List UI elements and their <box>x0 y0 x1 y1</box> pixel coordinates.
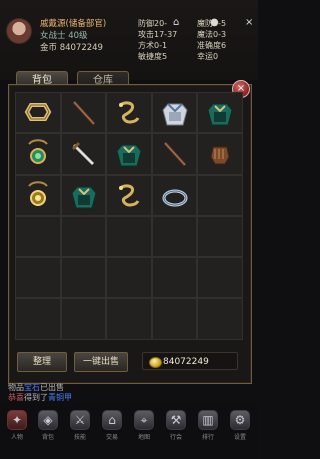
stat-luck: 幸运0 <box>197 52 219 61</box>
hero-icon: ✦ <box>11 413 23 427</box>
nav-guild-label: 行会 <box>169 434 182 441</box>
inventory-slot[interactable] <box>197 257 243 299</box>
nav-hero[interactable]: ✦ <box>7 410 27 430</box>
nav-trade-label: 交易 <box>105 434 118 441</box>
inventory-slot[interactable] <box>106 174 152 216</box>
inventory-slot[interactable] <box>15 133 61 175</box>
inventory-slot[interactable] <box>60 133 107 175</box>
inventory-slot[interactable] <box>197 92 243 134</box>
gold-value: 84072249 <box>163 357 209 367</box>
stat-attack: 攻击17-37 <box>138 30 178 39</box>
player-title: (储备部官) <box>65 19 107 29</box>
inventory-slot[interactable] <box>106 92 152 134</box>
settings-icon: ⚙ <box>234 413 246 427</box>
stat-agility: 敏捷度5 <box>138 52 168 61</box>
nav-hero-label: 人物 <box>10 434 23 441</box>
nav-rank-label: 排行 <box>201 434 214 441</box>
nav-map-label: 地图 <box>137 434 150 441</box>
inventory-slot[interactable] <box>60 92 107 134</box>
nav-trade[interactable]: ⌂ <box>102 410 122 430</box>
nav-guild[interactable]: ⚒ <box>166 410 186 430</box>
inventory-slot[interactable] <box>106 215 152 258</box>
player-gold: 金币 84072249 <box>40 43 103 53</box>
inventory-slot[interactable] <box>197 215 243 258</box>
player-level: 女战士 40级 <box>40 31 88 41</box>
nav-settings[interactable]: ⚙ <box>230 410 250 430</box>
inventory-slot[interactable] <box>15 298 61 340</box>
player-stats: 防御20- 魔防0-5 攻击17-37 魔法0-3 方术0-1 准确度6 敏捷度… <box>138 18 256 62</box>
inventory-grid <box>15 92 243 340</box>
inventory-slot[interactable] <box>151 215 198 258</box>
nav-skill-label: 技能 <box>73 434 86 441</box>
inventory-slot[interactable] <box>106 298 152 340</box>
bag-icon: ◈ <box>43 413 53 427</box>
inventory-slot[interactable] <box>15 215 61 258</box>
inventory-slot[interactable] <box>151 92 198 134</box>
nav-map[interactable]: ⌖ <box>134 410 154 430</box>
inventory-slot[interactable] <box>60 215 107 258</box>
sword-icon: ⚔ <box>74 413 86 427</box>
stat-accuracy: 准确度6 <box>197 41 227 50</box>
inventory-slot[interactable] <box>15 257 61 299</box>
inventory-slot[interactable] <box>60 298 107 340</box>
chat-log: 物品宝石已出售 恭喜得到了青铜甲 <box>8 383 72 402</box>
player-info: 戚戴源(储备部官) 女战士 40级 金币 84072249 <box>40 18 106 54</box>
inventory-slot[interactable] <box>106 257 152 299</box>
inventory-slot[interactable] <box>197 133 243 175</box>
player-avatar[interactable] <box>6 18 32 44</box>
nav-settings-label: 设置 <box>233 434 246 441</box>
hammer-icon: ⚒ <box>170 413 182 427</box>
stat-defense: 防御20- <box>138 19 168 28</box>
gold-counter: 84072249 <box>142 352 238 370</box>
sort-button[interactable]: 整理 <box>17 352 67 372</box>
nav-skill[interactable]: ⚔ <box>70 410 90 430</box>
sell-all-button[interactable]: 一键出售 <box>74 352 128 372</box>
player-name: 戚戴源 <box>40 19 66 29</box>
inventory-slot[interactable] <box>151 298 198 340</box>
stat-magic: 魔法0-3 <box>197 30 227 39</box>
inventory-slot[interactable] <box>197 174 243 216</box>
inventory-slot[interactable] <box>151 257 198 299</box>
rank-icon: ▥ <box>202 413 214 427</box>
inventory-slot[interactable] <box>15 174 61 216</box>
inventory-slot[interactable] <box>60 257 107 299</box>
inventory-slot[interactable] <box>15 92 61 134</box>
nav-bag[interactable]: ◈ <box>38 410 58 430</box>
nav-bag-label: 背包 <box>41 434 54 441</box>
inventory-slot[interactable] <box>60 174 107 216</box>
shop-icon: ⌂ <box>108 413 116 427</box>
nav-rank[interactable]: ▥ <box>198 410 218 430</box>
inventory-slot[interactable] <box>106 133 152 175</box>
stat-taoism: 方术0-1 <box>138 41 168 50</box>
gold-coin-icon <box>149 357 162 368</box>
inventory-slot[interactable] <box>197 298 243 340</box>
stat-magic-defense: 魔防0-5 <box>197 19 227 28</box>
inventory-slot[interactable] <box>151 174 198 216</box>
map-icon: ⌖ <box>140 413 148 427</box>
inventory-slot[interactable] <box>151 133 198 175</box>
